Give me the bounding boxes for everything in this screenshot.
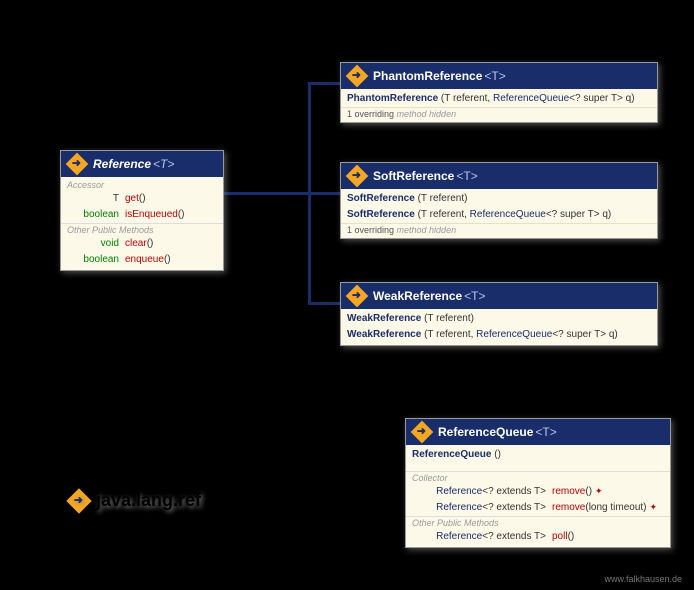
return-type: Reference<? extends T> (412, 501, 552, 515)
method-row: Reference<? extends T> remove (long time… (406, 500, 670, 516)
section-other: Other Public Methods (61, 223, 223, 236)
class-phantom-reference: ➜ PhantomReference <T> PhantomReference … (340, 62, 658, 123)
method-params: () (139, 192, 146, 206)
connector-h-phantom (308, 82, 343, 85)
constructor-params: () (491, 448, 500, 462)
class-title: SoftReference (373, 169, 454, 183)
class-title: Reference (93, 157, 151, 171)
constructor-row: SoftReference (T referent) (341, 191, 657, 207)
section-other: Other Public Methods (406, 516, 670, 529)
method-name: poll (552, 530, 568, 544)
class-icon: ➜ (346, 65, 369, 88)
class-body: WeakReference (T referent) WeakReference… (341, 309, 657, 345)
method-params: () (178, 208, 185, 222)
return-type: boolean (67, 253, 125, 267)
connector-h-soft (308, 192, 343, 195)
method-name: get (125, 192, 139, 206)
connector-h-weak (308, 302, 343, 305)
return-type: boolean (67, 208, 125, 222)
class-reference-queue: ➜ ReferenceQueue <T> ReferenceQueue () C… (405, 418, 671, 548)
method-name: remove (552, 485, 585, 499)
constructor-name: SoftReference (347, 208, 415, 222)
class-header-soft: ➜ SoftReference <T> (341, 163, 657, 189)
class-weak-reference: ➜ WeakReference <T> WeakReference (T ref… (340, 282, 658, 346)
class-generic: <T> (456, 169, 477, 183)
constructor-row: WeakReference (T referent, ReferenceQueu… (341, 327, 657, 343)
method-row: boolean isEnqueued () (61, 207, 223, 223)
class-header-phantom: ➜ PhantomReference <T> (341, 63, 657, 89)
throws-icon: ✦ (650, 501, 658, 515)
class-body: ReferenceQueue () Collector Reference<? … (406, 445, 670, 547)
section-accessor: Accessor (61, 179, 223, 191)
package-icon: ➜ (66, 488, 91, 513)
class-generic: <T> (464, 289, 485, 303)
hidden-note: 1 overriding method hidden (341, 107, 657, 120)
type-link[interactable]: ReferenceQueue (493, 93, 569, 104)
constructor-params: (T referent) (421, 312, 474, 326)
class-icon: ➜ (66, 153, 89, 176)
constructor-name: ReferenceQueue (412, 448, 491, 462)
method-name: isEnqueued (125, 208, 178, 222)
method-params: () (585, 485, 592, 499)
method-name: clear (125, 237, 147, 251)
return-type: void (67, 237, 125, 251)
class-icon: ➜ (411, 421, 434, 444)
constructor-name: WeakReference (347, 328, 421, 342)
return-type: T (67, 192, 125, 206)
class-generic: <T> (484, 69, 505, 83)
method-row: Reference<? extends T> remove () ✦ (406, 484, 670, 500)
class-body: SoftReference (T referent) SoftReference… (341, 189, 657, 238)
constructor-name: SoftReference (347, 192, 415, 206)
footer-link[interactable]: www.falkhausen.de (604, 574, 682, 584)
method-row: T get () (61, 191, 223, 207)
hidden-note: 1 overriding method hidden (341, 223, 657, 236)
class-icon: ➜ (346, 165, 369, 188)
constructor-row: SoftReference (T referent, ReferenceQueu… (341, 207, 657, 223)
return-type: Reference<? extends T> (412, 530, 552, 544)
method-params: () (568, 530, 575, 544)
method-params: () (147, 237, 154, 251)
method-name: remove (552, 501, 585, 515)
constructor-params: (T referent, ReferenceQueue<? super T> q… (438, 92, 634, 106)
method-params: () (164, 253, 171, 267)
class-title: PhantomReference (373, 69, 482, 83)
constructor-row: ReferenceQueue () (406, 447, 670, 463)
class-header-queue: ➜ ReferenceQueue <T> (406, 419, 670, 445)
class-title: WeakReference (373, 289, 462, 303)
type-link[interactable]: ReferenceQueue (470, 209, 546, 220)
constructor-name: PhantomReference (347, 92, 438, 106)
class-title: ReferenceQueue (438, 425, 533, 439)
class-generic: <T> (535, 425, 556, 439)
constructor-name: WeakReference (347, 312, 421, 326)
class-body: PhantomReference (T referent, ReferenceQ… (341, 89, 657, 122)
class-body: Accessor T get () boolean isEnqueued () … (61, 177, 223, 270)
class-header-weak: ➜ WeakReference <T> (341, 283, 657, 309)
type-link[interactable]: ReferenceQueue (476, 329, 552, 340)
constructor-row: WeakReference (T referent) (341, 311, 657, 327)
package-label: ➜ java.lang.ref (70, 490, 201, 511)
class-icon: ➜ (346, 285, 369, 308)
package-name: java.lang.ref (96, 490, 201, 511)
class-reference: ➜ Reference <T> Accessor T get () boolea… (60, 150, 224, 271)
constructor-row: PhantomReference (T referent, ReferenceQ… (341, 91, 657, 107)
class-soft-reference: ➜ SoftReference <T> SoftReference (T ref… (340, 162, 658, 239)
method-params: (long timeout) (585, 501, 646, 515)
constructor-params: (T referent, ReferenceQueue<? super T> q… (415, 208, 611, 222)
method-row: void clear () (61, 236, 223, 252)
constructor-params: (T referent, ReferenceQueue<? super T> q… (421, 328, 617, 342)
method-row: Reference<? extends T> poll () (406, 529, 670, 545)
method-row: boolean enqueue () (61, 252, 223, 268)
class-header-reference: ➜ Reference <T> (61, 151, 223, 177)
constructor-params: (T referent) (415, 192, 468, 206)
return-type: Reference<? extends T> (412, 485, 552, 499)
section-collector: Collector (406, 471, 670, 484)
throws-icon: ✦ (595, 485, 603, 499)
method-name: enqueue (125, 253, 164, 267)
class-generic: <T> (153, 157, 174, 171)
